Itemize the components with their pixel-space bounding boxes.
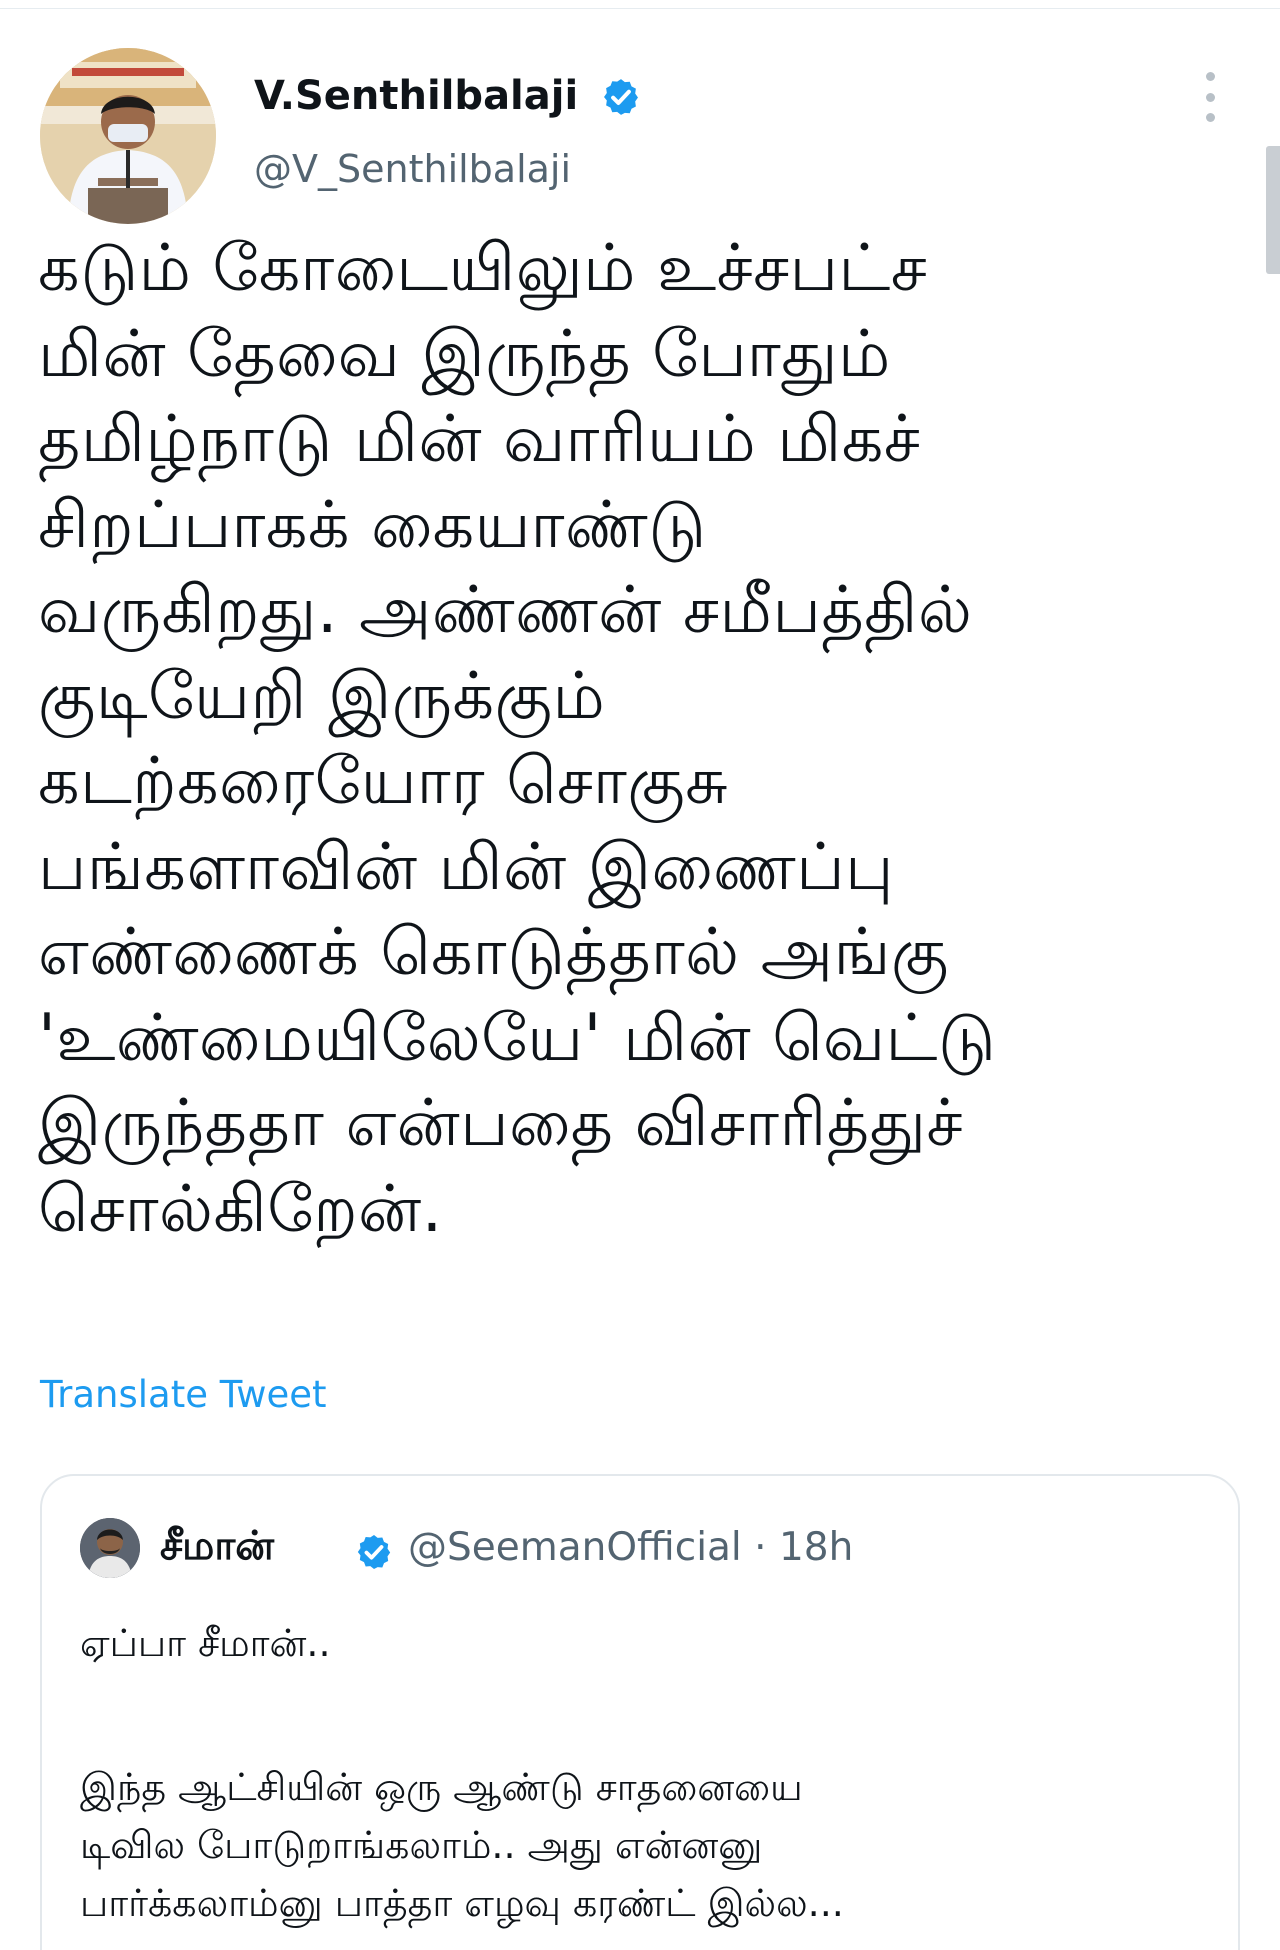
vertical-ellipsis-icon — [1205, 72, 1215, 81]
tweet-text: கடும் கோடையிலும் உச்சபட்ச மின் தேவை இருந… — [38, 226, 1238, 1252]
top-divider — [0, 8, 1280, 9]
author-avatar[interactable] — [40, 48, 216, 224]
quoted-tweet-card[interactable]: சீமான் @SeemanOfficial · 18h ஏப்பா சீமான… — [40, 1474, 1240, 1950]
tweet-text-line: வருகிறது. அண்ணன் சமீபத்தில் — [38, 573, 973, 648]
vertical-ellipsis-icon — [1205, 92, 1215, 102]
tweet-text-line: பங்களாவின் மின் இணைப்பு — [38, 829, 894, 905]
quoted-tweet-line: ஏப்பா சீமான்.. — [80, 1621, 331, 1665]
author-display-name[interactable]: V.Senthilbalaji — [254, 72, 578, 120]
vertical-ellipsis-icon — [1205, 113, 1215, 122]
profile-photo — [80, 1518, 140, 1578]
tweet-text-line: சொல்கிறேன். — [38, 1171, 443, 1247]
author-handle[interactable]: @V_Senthilbalaji — [254, 146, 571, 192]
quoted-tweet-line: இந்த ஆட்சியின் ஒரு ஆண்டு சாதனையை — [80, 1765, 803, 1809]
verified-badge-icon — [604, 79, 638, 115]
quoted-tweet-line: பார்க்கலாம்னு பாத்தா எழவு கரண்ட் இல்ல... — [80, 1881, 844, 1925]
quoted-tweet-line: டிவில போடுறாங்கலாம்.. அது என்னனு — [80, 1823, 763, 1867]
more-options-button[interactable] — [1196, 72, 1224, 122]
quoted-author-display-name[interactable]: சீமான் — [160, 1520, 274, 1572]
profile-photo — [40, 48, 216, 224]
tweet-screenshot: V.Senthilbalaji @V_Senthilbalaji கடும் க… — [0, 0, 1280, 1950]
translate-tweet-link[interactable]: Translate Tweet — [40, 1372, 327, 1418]
tweet-text-line: கடற்கரையோர சொகுசு — [38, 744, 729, 819]
verified-badge-icon — [357, 1535, 391, 1569]
scrollbar[interactable] — [1266, 146, 1280, 274]
quoted-tweet-text: ஏப்பா சீமான்.. இந்த ஆட்சியின் ஒரு ஆண்டு … — [80, 1614, 1200, 1932]
tweet-text-line: கடும் கோடையிலும் உச்சபட்ச — [38, 231, 928, 306]
quoted-author-avatar[interactable] — [80, 1518, 140, 1578]
tweet-text-line: எண்ணைக் கொடுத்தால் அங்கு — [38, 915, 949, 990]
tweet-text-line: குடியேறி இருக்கும் — [38, 658, 606, 734]
tweet-text-line: மின் தேவை இருந்த போதும் — [38, 316, 891, 392]
tweet-text-line: சிறப்பாகக் கையாண்டு — [38, 487, 707, 563]
tweet-text-line: தமிழ்நாடு மின் வாரியம் மிகச் — [38, 402, 921, 477]
quoted-author-handle-time[interactable]: @SeemanOfficial · 18h — [408, 1522, 853, 1574]
tweet-text-line: இருந்ததா என்பதை விசாரித்துச் — [38, 1086, 963, 1161]
tweet-text-line: 'உண்மையிலேயே' மின் வெட்டு — [38, 1000, 997, 1076]
